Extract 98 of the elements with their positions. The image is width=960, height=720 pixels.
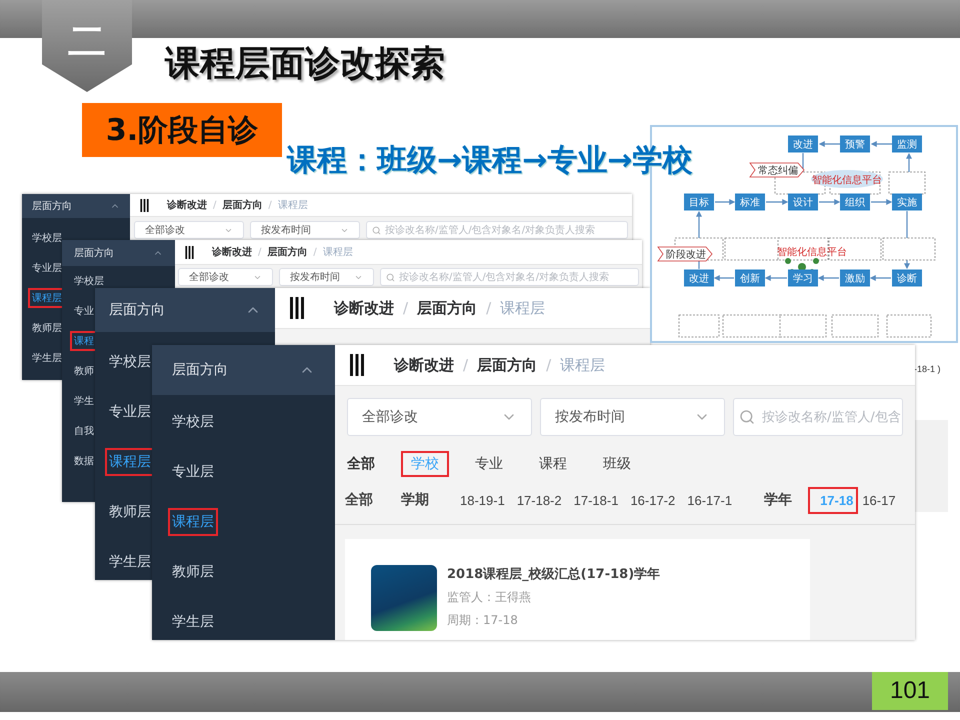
- search-icon: [386, 272, 395, 282]
- breadcrumb-separator: /: [546, 356, 552, 374]
- sidebar-heading: 层面方向: [32, 200, 72, 213]
- sidebar-item[interactable]: 学校层: [70, 271, 108, 291]
- filter-tab[interactable]: 课程: [529, 451, 577, 477]
- stage-tag: 常态纠偏: [749, 162, 805, 178]
- sidebar-header[interactable]: 层面方向: [95, 288, 275, 332]
- sidebar-item[interactable]: 专业: [70, 301, 98, 321]
- sidebar-heading: 层面方向: [109, 301, 165, 319]
- dropdown[interactable]: 全部诊改: [134, 221, 244, 239]
- menu-icon[interactable]: [350, 354, 364, 376]
- breadcrumb-link[interactable]: 诊断改进: [212, 245, 252, 259]
- semester-option[interactable]: 16-17-1: [685, 490, 734, 510]
- sidebar-item[interactable]: 教师: [70, 361, 98, 381]
- sidebar-item[interactable]: 数据: [70, 451, 98, 471]
- semester-option[interactable]: 18-19-1: [458, 490, 507, 510]
- breadcrumb-separator: /: [313, 246, 317, 258]
- search-field[interactable]: 按诊改名称/监管人/包含对象名/对象负责人搜索: [366, 221, 628, 239]
- semester-option[interactable]: 17-18-1: [572, 490, 620, 510]
- dropdown[interactable]: 按发布时间: [279, 268, 374, 286]
- filter-tab[interactable]: 专业: [465, 451, 513, 477]
- section-number: 二: [42, 0, 132, 92]
- filter-label: 学期: [401, 491, 430, 509]
- sidebar-header[interactable]: 层面方向: [22, 194, 130, 218]
- sidebar-item[interactable]: 专业层: [105, 398, 155, 426]
- platform-label: 智能化信息平台: [812, 175, 882, 186]
- breadcrumb-link[interactable]: 层面方向: [222, 198, 262, 212]
- process-step-label: 监测: [897, 140, 917, 150]
- sidebar-item[interactable]: 学生层: [168, 608, 218, 636]
- menu-icon[interactable]: [185, 246, 194, 258]
- card-supervisor: 监管人：王得燕: [447, 589, 532, 606]
- sidebar-item[interactable]: 学生层: [105, 548, 155, 576]
- breadcrumb-link[interactable]: 诊断改进: [394, 356, 454, 374]
- search-field[interactable]: 按诊改名称/监管人/包含对象名/对象负责人搜索: [380, 268, 639, 286]
- sidebar-item[interactable]: 学生层: [28, 348, 66, 368]
- sidebar-item[interactable]: 教师层: [28, 318, 66, 338]
- breadcrumb-separator: /: [403, 299, 408, 317]
- process-step-label: 预警: [845, 140, 865, 150]
- process-step-label: 组织: [845, 198, 865, 208]
- sidebar-header[interactable]: 层面方向: [62, 240, 175, 266]
- process-step-label: 激励: [845, 274, 865, 284]
- breadcrumb-separator: /: [268, 200, 272, 210]
- dropdown[interactable]: 按发布时间: [540, 398, 725, 436]
- slide-subtitle: 课程：班级→课程→专业→学校: [287, 142, 692, 180]
- sidebar-item[interactable]: 学生: [70, 391, 98, 411]
- process-step-label: 学习: [793, 274, 813, 284]
- sidebar-item[interactable]: 教师层: [168, 558, 218, 586]
- dropdown[interactable]: 全部诊改: [347, 398, 532, 436]
- year-option[interactable]: 16-17: [860, 490, 898, 510]
- dropdown[interactable]: 全部诊改: [178, 268, 273, 286]
- breadcrumb-link[interactable]: 层面方向: [417, 298, 478, 318]
- sidebar-item[interactable]: 学校层: [168, 408, 218, 436]
- slide-title: 课程层面诊改探索: [165, 43, 445, 86]
- search-icon: [739, 409, 755, 425]
- sidebar-item[interactable]: 课程层: [168, 508, 218, 536]
- sidebar-header[interactable]: 层面方向: [152, 345, 335, 395]
- thumbnail-image: [371, 565, 437, 631]
- process-step-label: 设计: [793, 198, 813, 208]
- menu-icon[interactable]: [290, 297, 304, 319]
- process-step-label: 创新: [740, 274, 760, 284]
- process-step-label: 实施: [897, 198, 917, 208]
- sidebar-item[interactable]: 自我: [70, 421, 98, 441]
- menu-icon[interactable]: [140, 198, 149, 212]
- breadcrumb-link[interactable]: 层面方向: [477, 356, 538, 374]
- breadcrumb-separator: /: [463, 356, 468, 374]
- breadcrumb-link[interactable]: 层面方向: [267, 245, 308, 259]
- process-step-label: 改进: [689, 274, 709, 284]
- search-icon: [372, 226, 381, 234]
- breadcrumb-link[interactable]: 诊断改进: [334, 298, 394, 318]
- breadcrumb-separator: /: [258, 246, 262, 258]
- sidebar-item[interactable]: 教师层: [105, 498, 155, 526]
- filter-tab[interactable]: 班级: [593, 451, 641, 477]
- sidebar-item[interactable]: 专业层: [168, 458, 218, 486]
- stage-tag: 阶段改进: [657, 246, 713, 262]
- breadcrumb-link[interactable]: 诊断改进: [167, 198, 207, 212]
- platform-label: 智能化信息平台: [777, 247, 847, 258]
- process-step-label: 目标: [689, 198, 709, 208]
- sidebar-heading: 层面方向: [172, 361, 228, 379]
- process-step-label: 标准: [740, 198, 760, 208]
- search-field[interactable]: 按诊改名称/监管人/包含: [733, 398, 903, 436]
- filter-tab[interactable]: 全部: [345, 451, 385, 477]
- dropdown[interactable]: 按发布时间: [250, 221, 360, 239]
- sidebar-item[interactable]: 学校层: [105, 348, 155, 376]
- report-card[interactable]: 2018课程层_校级汇总(17-18)学年 监管人：王得燕 周期：17-18: [345, 539, 810, 640]
- semester-option[interactable]: 17-18-2: [514, 490, 564, 510]
- page-number: 101: [872, 672, 948, 710]
- semester-option[interactable]: 16-17-2: [628, 490, 678, 510]
- step-label: 3.阶段自诊: [82, 103, 282, 157]
- process-step-label: 诊断: [897, 274, 917, 284]
- sidebar-heading: 层面方向: [74, 246, 114, 260]
- filter-option[interactable]: 全部: [345, 491, 401, 509]
- breadcrumb-separator: /: [213, 200, 216, 210]
- card-period: 周期：17-18: [447, 612, 519, 629]
- card-title: 2018课程层_校级汇总(17-18)学年: [447, 566, 660, 583]
- filter-label: 学年: [764, 491, 794, 509]
- background-text: -18-1 ): [914, 364, 941, 374]
- breadcrumb-separator: /: [486, 299, 492, 317]
- process-step-label: 改进: [793, 140, 813, 150]
